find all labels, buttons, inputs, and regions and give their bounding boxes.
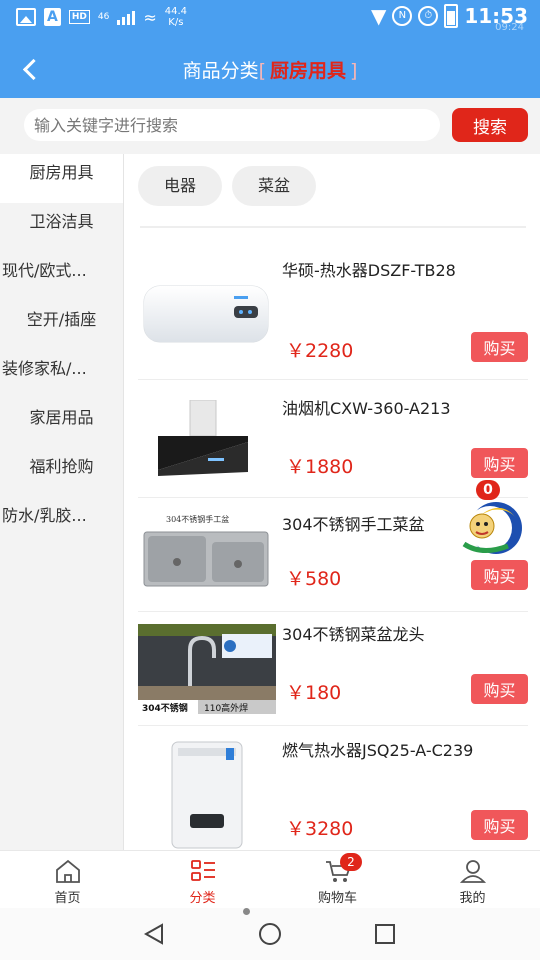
nav-recents-icon[interactable]: [373, 922, 397, 946]
wifi-icon: ▼: [370, 4, 387, 28]
sink-image: 304不锈钢手工盆: [138, 514, 276, 590]
sidebar-item-bathroom[interactable]: 卫浴洁具: [0, 203, 123, 252]
tab-category-label: 分类: [189, 891, 216, 906]
title-bracket-close: ]: [350, 60, 358, 82]
system-nav-bar: [0, 908, 540, 960]
network-speed-unit: K/s: [168, 17, 184, 28]
faucet-image: 304不锈钢 110高外焊: [138, 624, 276, 714]
product-name: 油烟机CXW-360-A213: [282, 399, 451, 418]
title-bracket-open: [: [258, 60, 266, 82]
sidebar-item-modern-european[interactable]: 现代/欧式...: [0, 252, 123, 301]
product-price: ￥580: [286, 568, 342, 590]
chip-appliances[interactable]: 电器: [138, 166, 223, 206]
signal-icon: [117, 9, 136, 25]
category-icon: [190, 860, 215, 881]
alarm-icon: ⏱: [418, 6, 439, 26]
nav-indicator-dot: [243, 908, 250, 915]
network-type: 46: [97, 12, 110, 22]
battery-icon: [444, 4, 459, 28]
product-item[interactable]: 燃气热水器JSQ25-A-C239 ￥3280 购买: [138, 726, 528, 850]
tab-category[interactable]: 分类: [135, 851, 270, 908]
sidebar-item-home-goods[interactable]: 家居用品: [0, 399, 123, 448]
tab-mine[interactable]: 我的: [405, 851, 540, 908]
product-name: 华硕-热水器DSZF-TB28: [282, 261, 456, 280]
chip-sinks[interactable]: 菜盆: [232, 166, 317, 206]
cart-count-badge: 2: [340, 853, 362, 871]
buy-button[interactable]: 购买: [471, 674, 528, 704]
buy-button[interactable]: 购买: [471, 332, 528, 362]
product-name: 燃气热水器JSQ25-A-C239: [282, 741, 474, 760]
product-price: ￥180: [286, 682, 342, 704]
tab-home-label: 首页: [54, 891, 81, 906]
tab-mine-label: 我的: [459, 891, 486, 906]
buy-button[interactable]: 购买: [471, 810, 528, 840]
status-left: A HD 46 ≈ 44.4 K/s: [16, 6, 187, 28]
buy-button[interactable]: 购买: [471, 560, 528, 590]
buy-button[interactable]: 购买: [471, 448, 528, 478]
home-icon: [55, 859, 80, 883]
sink-image-text: 304不锈钢手工盆: [166, 514, 229, 524]
sidebar-item-kitchen[interactable]: 厨房用具: [0, 154, 123, 203]
tab-home[interactable]: 首页: [0, 851, 135, 908]
hd-icon: HD: [68, 10, 90, 24]
faucet-image-text-1: 304不锈钢: [142, 702, 188, 714]
range-hood-image: [138, 400, 276, 480]
product-price: ￥2280: [286, 340, 354, 362]
search-button[interactable]: 搜索: [452, 108, 528, 142]
nav-home-icon[interactable]: [258, 922, 282, 946]
sidebar-item-switches-sockets[interactable]: 空开/插座: [0, 301, 123, 350]
bottom-tab-bar: 首页 分类 购物车 我的 2: [0, 850, 540, 908]
mascot-icon: [462, 502, 522, 554]
app-header: 商品分类[厨房用具]: [0, 40, 540, 98]
clock-ghost: 09:24: [495, 22, 524, 33]
a-notification-icon: A: [44, 8, 61, 26]
sidebar-item-flash-sale[interactable]: 福利抢购: [0, 448, 123, 497]
product-item[interactable]: 304不锈钢 110高外焊 304不锈钢菜盆龙头 ￥180 购买: [138, 612, 528, 726]
product-item[interactable]: 油烟机CXW-360-A213 ￥1880 购买: [138, 380, 528, 498]
gallery-icon: [16, 8, 36, 26]
subcategory-chips: 电器 菜盆: [138, 166, 317, 206]
product-item[interactable]: 华硕-热水器DSZF-TB28 ￥2280 购买: [138, 244, 528, 380]
search-row: 搜索: [0, 98, 540, 154]
nfc-icon: N: [392, 6, 413, 26]
water-heater-image: [138, 282, 276, 346]
title-category: 厨房用具: [270, 60, 347, 82]
floating-badge-count: 0: [476, 480, 500, 500]
sidebar-item-furniture[interactable]: 装修家私/...: [0, 350, 123, 399]
search-input[interactable]: [24, 109, 440, 141]
product-price: ￥1880: [286, 456, 354, 478]
category-sidebar: 厨房用具 卫浴洁具 现代/欧式... 空开/插座 装修家私/... 家居用品 福…: [0, 154, 124, 850]
floating-service-widget[interactable]: 0: [452, 480, 524, 560]
gas-heater-image: [138, 740, 276, 850]
network-speed-value: 44.4: [164, 6, 187, 17]
page-title: 商品分类[厨房用具]: [0, 56, 540, 83]
sidebar-item-waterproof-paint[interactable]: 防水/乳胶...: [0, 497, 123, 546]
tab-cart-label: 购物车: [317, 891, 357, 906]
nav-back-icon[interactable]: [142, 922, 166, 946]
status-bar: A HD 46 ≈ 44.4 K/s ▼ N ⏱ 11:53 09:24: [0, 0, 540, 40]
divider: [140, 226, 526, 228]
tab-cart[interactable]: 购物车: [270, 851, 405, 908]
product-price: ￥3280: [286, 818, 354, 840]
user-icon: [459, 860, 486, 883]
title-text: 商品分类: [182, 60, 259, 82]
network-speed: 44.4 K/s: [165, 6, 187, 28]
faucet-image-text-2: 110高外焊: [204, 702, 248, 714]
wifi-small-icon: ≈: [143, 7, 157, 27]
product-name: 304不锈钢菜盆龙头: [282, 625, 425, 644]
